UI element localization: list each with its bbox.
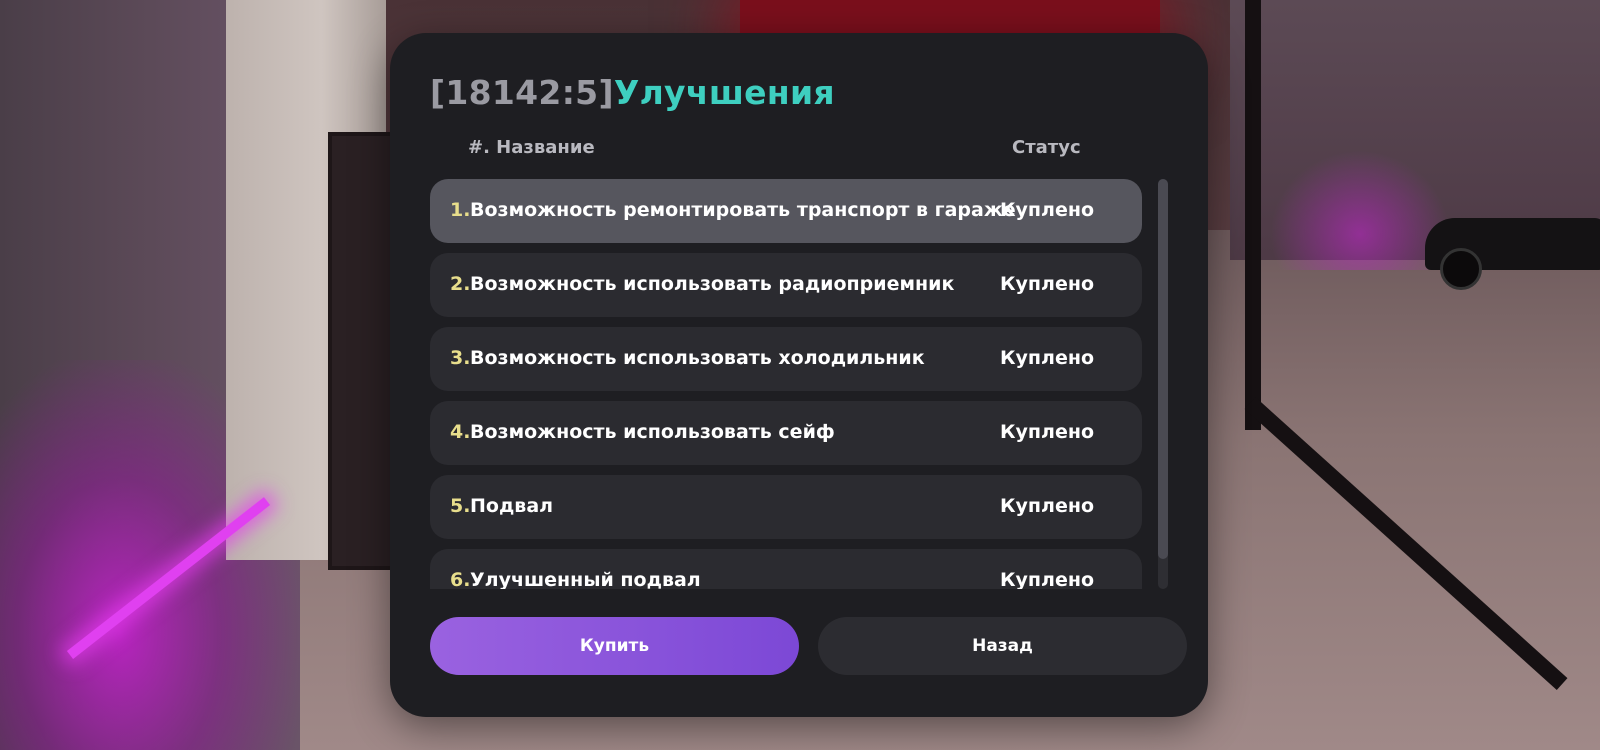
item-status: Куплено xyxy=(1000,273,1095,295)
scrollbar-thumb[interactable] xyxy=(1158,179,1168,559)
item-title: Возможность ремонтировать транспорт в га… xyxy=(470,199,1016,221)
item-title: Подвал xyxy=(470,495,554,517)
item-status: Куплено xyxy=(1000,199,1095,221)
column-header-status: Статус xyxy=(1012,137,1081,158)
item-number: 4. xyxy=(450,421,471,443)
list-scrollbar[interactable] xyxy=(1158,179,1168,589)
upgrades-list[interactable]: 1. Возможность ремонтировать транспорт в… xyxy=(430,179,1142,589)
door xyxy=(328,132,396,570)
item-status: Куплено xyxy=(1000,495,1095,517)
item-title: Улучшенный подвал xyxy=(470,569,701,589)
item-title: Возможность использовать радиоприемник xyxy=(470,273,955,295)
glass-frame xyxy=(1245,0,1261,430)
list-item[interactable]: 3. Возможность использовать холодильник … xyxy=(430,327,1142,391)
upgrades-dialog: [18142:5]Улучшения #. Название Статус 1.… xyxy=(390,33,1208,717)
buy-button[interactable]: Купить xyxy=(430,617,799,675)
item-number: 1. xyxy=(450,199,471,221)
list-item[interactable]: 1. Возможность ремонтировать транспорт в… xyxy=(430,179,1142,243)
list-item[interactable]: 4. Возможность использовать сейф Куплено xyxy=(430,401,1142,465)
item-number: 6. xyxy=(450,569,471,589)
dialog-title: [18142:5]Улучшения xyxy=(430,73,835,112)
item-number: 5. xyxy=(450,495,471,517)
item-number: 2. xyxy=(450,273,471,295)
list-item[interactable]: 6. Улучшенный подвал Куплено xyxy=(430,549,1142,589)
column-header-name: #. Название xyxy=(468,137,595,158)
car-wheel xyxy=(1440,248,1482,290)
list-item[interactable]: 2. Возможность использовать радиоприемни… xyxy=(430,253,1142,317)
item-title: Возможность использовать сейф xyxy=(470,421,835,443)
list-item[interactable]: 5. Подвал Куплено xyxy=(430,475,1142,539)
item-status: Куплено xyxy=(1000,347,1095,369)
item-title: Возможность использовать холодильник xyxy=(470,347,925,369)
dialog-name: Улучшения xyxy=(613,73,835,112)
back-button[interactable]: Назад xyxy=(818,617,1187,675)
purple-neon-glow-right xyxy=(1270,150,1450,270)
item-status: Куплено xyxy=(1000,569,1095,589)
dialog-id: [18142:5] xyxy=(430,73,614,112)
item-status: Куплено xyxy=(1000,421,1095,443)
item-number: 3. xyxy=(450,347,471,369)
